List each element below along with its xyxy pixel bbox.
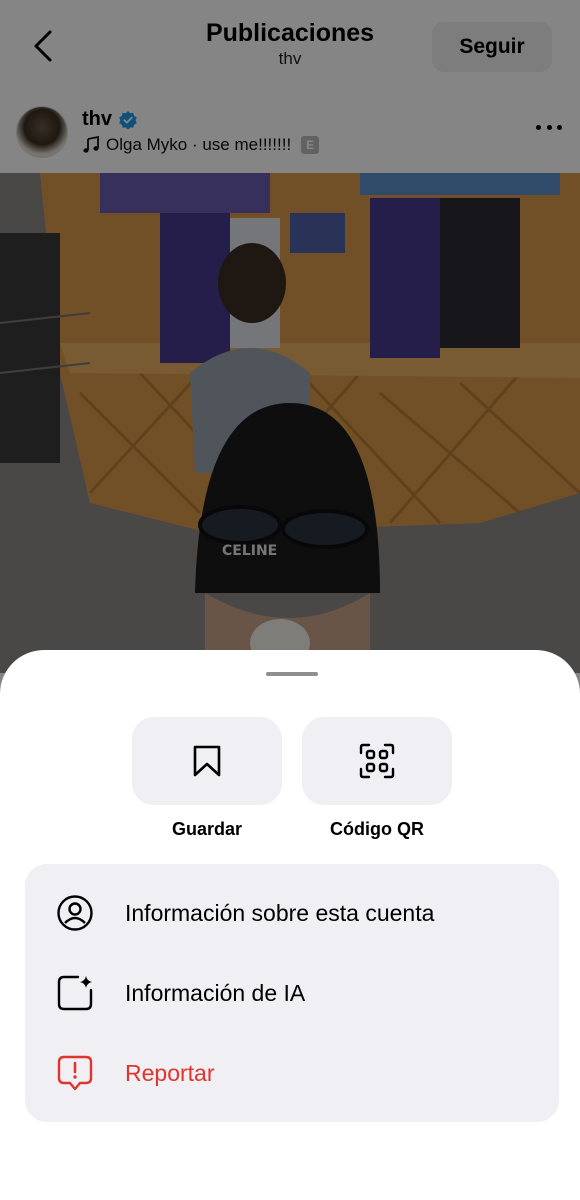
save-action[interactable]: Guardar (132, 717, 282, 840)
save-label: Guardar (171, 819, 243, 839)
sheet-grabber[interactable] (266, 672, 318, 676)
qr-code-button[interactable] (302, 717, 452, 805)
report-icon (55, 1053, 95, 1093)
options-menu: Información sobre esta cuenta Informació… (25, 864, 559, 1122)
qr-code-action[interactable]: Código QR (302, 717, 452, 840)
menu-item-ai-info[interactable]: Información de IA (25, 953, 559, 1033)
qr-code-icon (359, 743, 395, 779)
menu-item-label: Reportar (125, 1059, 215, 1086)
bookmark-icon (193, 745, 221, 777)
save-button[interactable] (132, 717, 282, 805)
menu-item-account-info[interactable]: Información sobre esta cuenta (25, 873, 559, 953)
account-info-icon (55, 893, 95, 933)
options-bottom-sheet: Guardar Código QR Información sobre esta… (0, 650, 580, 1200)
qr-code-label: Código QR (330, 819, 424, 839)
ai-sparkle-icon (55, 973, 95, 1013)
menu-item-report[interactable]: Reportar (25, 1033, 559, 1113)
menu-item-label: Información de IA (125, 979, 306, 1006)
menu-item-label: Información sobre esta cuenta (125, 899, 435, 926)
